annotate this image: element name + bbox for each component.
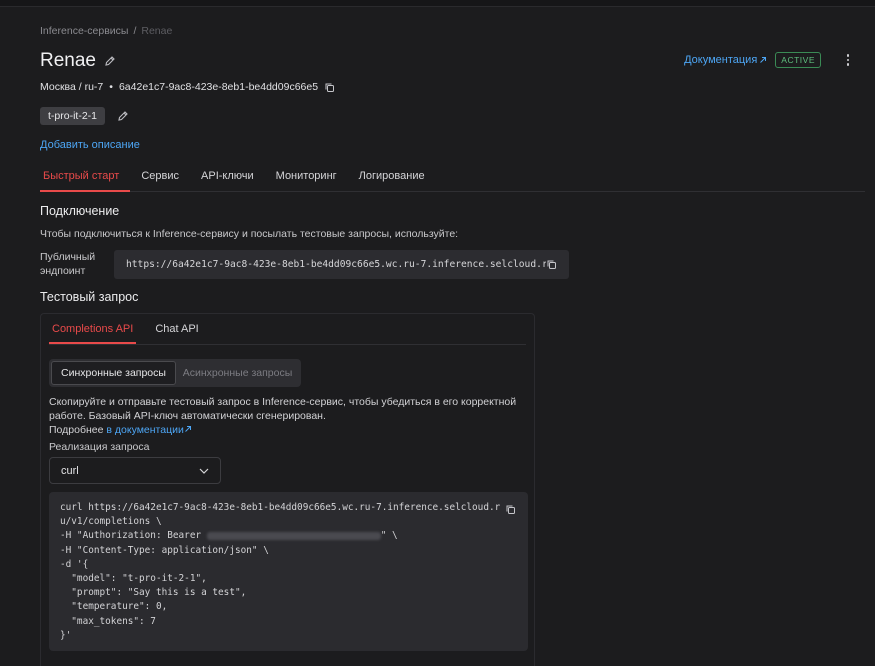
kebab-menu-icon[interactable] bbox=[841, 52, 855, 68]
implementation-label: Реализация запроса bbox=[49, 441, 150, 453]
description-line-1: Скопируйте и отправьте тестовый запрос в… bbox=[49, 396, 517, 408]
tab-chat-api[interactable]: Chat API bbox=[152, 314, 201, 342]
breadcrumb-current: Renae bbox=[141, 25, 173, 37]
breadcrumb-separator: / bbox=[133, 25, 137, 37]
test-request-card: Completions API Chat API Синхронные запр… bbox=[40, 313, 535, 666]
add-description-link[interactable]: Добавить описание bbox=[40, 139, 140, 151]
breadcrumb-parent[interactable]: Inference-сервисы bbox=[40, 25, 128, 37]
service-location: Москва / ru-7 bbox=[40, 81, 104, 93]
code-auth-suffix: " \ bbox=[380, 530, 398, 542]
code-line: "temperature": 0, bbox=[60, 601, 168, 613]
tab-monitoring[interactable]: Мониторинг bbox=[273, 166, 348, 190]
connection-heading: Подключение bbox=[40, 204, 120, 218]
implementation-value: curl bbox=[61, 464, 79, 477]
docs-inline-link-label: в документации bbox=[106, 424, 184, 436]
endpoint-field[interactable]: https://6a42e1c7-9ac8-423e-8eb1-be4dd09c… bbox=[114, 250, 569, 279]
tab-quick-start[interactable]: Быстрый старт bbox=[40, 166, 131, 192]
sync-requests-button[interactable]: Синхронные запросы bbox=[51, 361, 176, 385]
docs-inline-link[interactable]: в документации bbox=[106, 424, 191, 436]
model-tag: t-pro-it-2-1 bbox=[40, 107, 106, 125]
request-mode-toggle: Синхронные запросы Асинхронные запросы bbox=[49, 359, 301, 387]
main-tabs: Быстрый старт Сервис API-ключи Мониторин… bbox=[40, 166, 865, 192]
code-auth-prefix: -H "Authorization: Bearer bbox=[60, 530, 207, 542]
title-row: Renae bbox=[40, 50, 116, 72]
tab-logging[interactable]: Логирование bbox=[356, 166, 436, 190]
meta-bullet: • bbox=[109, 81, 113, 93]
service-id: 6a42e1c7-9ac8-423e-8eb1-be4dd09c66e5 bbox=[118, 81, 319, 93]
more-prefix: Подробнее bbox=[49, 424, 104, 436]
async-requests-button[interactable]: Асинхронные запросы bbox=[176, 361, 299, 385]
breadcrumb: Inference-сервисы / Renae bbox=[40, 25, 172, 37]
code-block: curl https://6a42e1c7-9ac8-423e-8eb1-be4… bbox=[49, 492, 528, 651]
endpoint-label-line-2: эндпоинт bbox=[40, 265, 86, 277]
implementation-select[interactable]: curl bbox=[49, 457, 221, 484]
tag-row: t-pro-it-2-1 bbox=[40, 107, 129, 125]
code-line-auth: -H "Authorization: Bearer " \ bbox=[60, 530, 528, 544]
code-line: "max_tokens": 7 bbox=[60, 615, 156, 627]
tab-api-keys[interactable]: API-ключи bbox=[198, 166, 265, 190]
code-line: -d '{ bbox=[60, 558, 89, 570]
tab-completions-api[interactable]: Completions API bbox=[49, 314, 137, 344]
chevron-down-icon bbox=[199, 468, 209, 474]
connection-text: Чтобы подключиться к Inference-сервису и… bbox=[40, 228, 459, 240]
endpoint-label-line-1: Публичный bbox=[40, 251, 96, 263]
code-line: "model": "t-pro-it-2-1", bbox=[60, 572, 207, 584]
status-badge: ACTIVE bbox=[775, 52, 821, 68]
copy-icon[interactable] bbox=[505, 504, 516, 515]
page-title: Renae bbox=[40, 50, 96, 71]
description-more: Подробнее в документации bbox=[49, 423, 519, 437]
external-link-icon bbox=[759, 56, 767, 64]
api-tabs: Completions API Chat API bbox=[49, 314, 526, 345]
test-request-heading: Тестовый запрос bbox=[40, 290, 139, 304]
copy-icon[interactable] bbox=[324, 82, 335, 93]
code-line: }' bbox=[60, 629, 72, 641]
copy-icon[interactable] bbox=[546, 259, 557, 270]
external-link-icon bbox=[184, 426, 191, 432]
endpoint-label: Публичный эндпоинт bbox=[40, 250, 95, 278]
pencil-icon[interactable] bbox=[117, 110, 129, 122]
pencil-icon[interactable] bbox=[104, 55, 116, 67]
service-meta: Москва / ru-7 • 6a42e1c7-9ac8-423e-8eb1-… bbox=[40, 81, 335, 93]
header-actions: Документация ACTIVE bbox=[684, 52, 855, 68]
code-line: "prompt": "Say this is a test", bbox=[60, 587, 247, 599]
code-line: curl https://6a42e1c7-9ac8-423e-8eb1-be4… bbox=[60, 502, 501, 513]
docs-link[interactable]: Документация bbox=[684, 54, 767, 66]
code-line: -H "Content-Type: application/json" \ bbox=[60, 544, 269, 556]
redacted-api-key bbox=[206, 531, 381, 540]
tab-service[interactable]: Сервис bbox=[138, 166, 190, 190]
top-bar bbox=[0, 0, 875, 7]
endpoint-url: https://6a42e1c7-9ac8-423e-8eb1-be4dd09c… bbox=[126, 259, 546, 270]
description-line-2: работе. Базовый API-ключ автоматически с… bbox=[49, 410, 326, 422]
docs-link-label: Документация bbox=[684, 54, 758, 66]
code-line: u/v1/completions \ bbox=[60, 516, 162, 528]
test-request-description: Скопируйте и отправьте тестовый запрос в… bbox=[49, 395, 519, 437]
